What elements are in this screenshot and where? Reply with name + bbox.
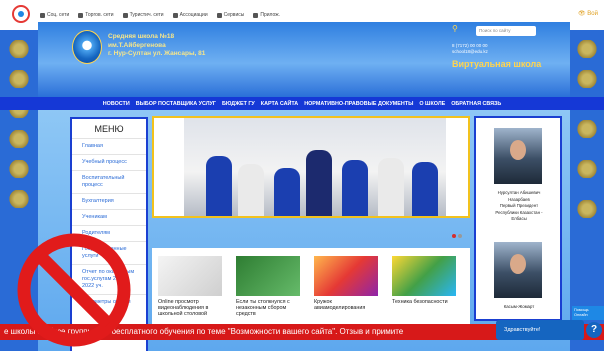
online-help-badge[interactable]: Помощь Онлайн [572, 306, 604, 320]
social-icon [40, 12, 45, 18]
nav-news[interactable]: НОВОСТИ [103, 101, 130, 107]
topbar-item-services[interactable]: Сервисы [216, 12, 244, 18]
search-icon[interactable]: ⚲ [452, 24, 458, 33]
sidebar-menu: МЕНЮ Главная Учебный процесс Воспитатель… [70, 117, 148, 351]
association-icon [172, 12, 178, 18]
card-video[interactable]: Online просмотр видеонаблюдения в школьн… [158, 256, 222, 326]
main-nav: НОВОСТИ ВЫБОР ПОСТАВЩИКА УСЛУГ БЮДЖЕТ ГУ… [0, 97, 604, 110]
ornament-icon [6, 130, 32, 148]
person-figure [412, 162, 438, 216]
person-figure [378, 158, 404, 216]
menu-item-gov-services[interactable]: Государственные услуги [72, 241, 146, 264]
menu-item-parents[interactable]: Родителям [72, 225, 146, 241]
nav-about[interactable]: О ШКОЛЕ [419, 101, 445, 107]
card-aviamodel[interactable]: Кружок авиамоделирования [314, 256, 378, 326]
ornament-icon [574, 40, 600, 58]
person-figure [306, 150, 332, 216]
menu-title: МЕНЮ [94, 124, 124, 134]
ornament-icon [574, 160, 600, 178]
menu-item-students[interactable]: Ученикам [72, 209, 146, 225]
topbar-item-trade[interactable]: Торгов. сети [78, 12, 114, 18]
menu-item-accounting[interactable]: Бухгалтерия [72, 193, 146, 209]
search-input[interactable]: Поиск по сайту [476, 26, 536, 36]
nav-feedback[interactable]: ОБРАТНАЯ СВЯЗЬ [451, 101, 501, 107]
card-illegal-fees[interactable]: Если ты столкнулся с незаконным сбором с… [236, 256, 300, 326]
person-figure [342, 160, 368, 216]
ornament-icon [6, 190, 32, 208]
nav-budget[interactable]: БЮДЖЕТ ГУ [222, 101, 255, 107]
portrait-caption: Нурсултан Абишевич Назарбаев Первый През… [495, 190, 543, 221]
portrait-caption-2: Касым-Жомарт [503, 304, 535, 309]
card-image [236, 256, 300, 296]
slider-prev-icon[interactable]: ❮ [158, 158, 170, 175]
cart-icon [78, 12, 84, 18]
person-figure [238, 164, 264, 216]
login-link[interactable]: 👁 Вой [578, 10, 598, 17]
card-safety[interactable]: Техника безопасности [392, 256, 456, 326]
menu-item-report[interactable]: Отчет по оказанным гос.услугам 2021-2022… [72, 264, 146, 294]
card-image [392, 256, 456, 296]
menu-item-education[interactable]: Воспитательный процесс [72, 170, 146, 193]
topbar-item-associations[interactable]: Ассоциации [172, 12, 208, 18]
slider-dots[interactable] [452, 234, 462, 238]
menu-item-home[interactable]: Главная [72, 138, 146, 154]
menu-item-params[interactable]: Параметры отчеты [72, 294, 146, 310]
person-figure [274, 168, 300, 216]
site-logo-icon[interactable] [12, 5, 30, 23]
phone-icon [253, 12, 259, 18]
ornament-icon [6, 40, 32, 58]
ornament-icon [574, 70, 600, 88]
ornament-icon [574, 120, 600, 138]
ornament-icon [574, 200, 600, 218]
contacts: 8 (7172) 00 00 00 school18@edu.kz [452, 43, 488, 54]
portrait-photo[interactable] [494, 128, 542, 184]
slider-next-icon[interactable]: ❯ [452, 158, 464, 175]
ornament-icon [6, 70, 32, 88]
virtual-school-link[interactable]: Виртуальная школа [452, 59, 541, 69]
chat-help-icon[interactable]: ? [586, 322, 602, 338]
right-ornament [570, 30, 604, 351]
globe-icon [122, 12, 128, 18]
topbar-item-apps[interactable]: Прилож. [253, 12, 280, 18]
nav-sitemap[interactable]: КАРТА САЙТА [261, 101, 298, 107]
image-slider[interactable]: ❮ ❯ [152, 116, 470, 218]
presidents-panel: Нурсултан Абишевич Назарбаев Первый През… [474, 116, 562, 321]
slide-photo [184, 118, 446, 216]
nav-supplier[interactable]: ВЫБОР ПОСТАВЩИКА УСЛУГ [136, 101, 216, 107]
ornament-icon [6, 160, 32, 178]
topbar-item-social[interactable]: Соц. сети [40, 12, 69, 18]
person-figure [206, 156, 232, 216]
chat-widget[interactable]: Здравствуйте! [496, 320, 584, 340]
feature-cards: Online просмотр видеонаблюдения в школьн… [152, 248, 470, 328]
card-image [314, 256, 378, 296]
school-name[interactable]: Средняя школа №18 им.Т.Айбергенова г. Ну… [108, 33, 205, 59]
card-image [158, 256, 222, 296]
topbar-item-tourism[interactable]: Туристич. сети [122, 12, 164, 18]
portrait-photo[interactable] [494, 242, 542, 298]
services-icon [216, 12, 222, 18]
slider-dot[interactable] [452, 234, 456, 238]
nav-legal-docs[interactable]: НОРМАТИВНО-ПРАВОВЫЕ ДОКУМЕНТЫ [304, 101, 413, 107]
slider-dot[interactable] [458, 234, 462, 238]
school-emblem-icon[interactable] [72, 30, 102, 64]
menu-item-study[interactable]: Учебный процесс [72, 154, 146, 170]
left-ornament [0, 30, 38, 351]
